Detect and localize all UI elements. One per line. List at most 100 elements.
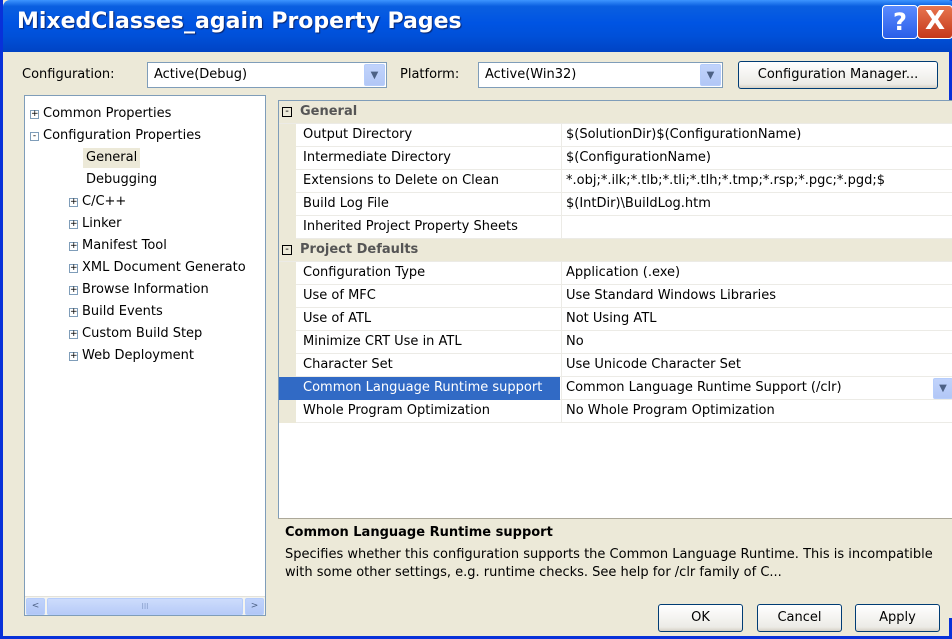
property-row[interactable]: Output Directory $(SolutionDir)$(Configu… xyxy=(279,124,952,147)
scroll-left-icon[interactable]: < xyxy=(26,598,45,615)
tree-item-label: Manifest Tool xyxy=(82,238,167,253)
property-tree[interactable]: + Common Properties - Configuration Proper… xyxy=(24,95,266,616)
property-value[interactable]: $(SolutionDir)$(ConfigurationName) xyxy=(561,124,952,147)
configuration-dropdown[interactable]: Active(Debug) ▼ xyxy=(147,62,387,88)
property-value[interactable] xyxy=(561,216,952,239)
title-bar[interactable]: MixedClasses_again Property Pages ? X xyxy=(3,0,952,52)
platform-value: Active(Win32) xyxy=(485,67,577,82)
tree-item-manifest-tool[interactable]: + Manifest Tool xyxy=(69,236,167,256)
tree-item-label: Browse Information xyxy=(82,282,209,297)
property-row[interactable]: Extensions to Delete on Clean *.obj;*.il… xyxy=(279,170,952,193)
collapse-icon[interactable]: - xyxy=(282,245,292,255)
tree-item-general[interactable]: General xyxy=(83,148,141,168)
expand-icon[interactable]: + xyxy=(69,242,78,251)
platform-dropdown[interactable]: Active(Win32) ▼ xyxy=(478,62,723,88)
apply-button[interactable]: Apply xyxy=(855,604,940,632)
property-row[interactable]: Character Set Use Unicode Character Set xyxy=(279,354,952,377)
property-name: Build Log File xyxy=(303,196,389,211)
expand-icon[interactable]: + xyxy=(69,220,78,229)
property-name: Use of MFC xyxy=(303,288,376,303)
tree-item-linker[interactable]: + Linker xyxy=(69,214,122,234)
chevron-down-icon[interactable]: ▼ xyxy=(700,64,721,86)
category-project-defaults[interactable]: - Project Defaults xyxy=(279,239,952,262)
property-grid: - General Output Directory $(SolutionDir… xyxy=(278,100,952,518)
property-name: Use of ATL xyxy=(303,311,372,326)
property-row[interactable]: Minimize CRT Use in ATL No xyxy=(279,331,952,354)
property-row-selected[interactable]: Common Language Runtime support Common L… xyxy=(279,377,952,400)
collapse-icon[interactable]: - xyxy=(282,107,292,117)
tree-item-label: Debugging xyxy=(86,172,158,187)
description-pane: Common Language Runtime support Specifie… xyxy=(278,518,952,618)
configuration-value: Active(Debug) xyxy=(154,67,248,82)
property-value[interactable]: $(ConfigurationName) xyxy=(561,147,952,170)
property-row[interactable]: Configuration Type Application (.exe) xyxy=(279,262,952,285)
scrollbar-thumb[interactable]: III xyxy=(47,598,243,615)
horizontal-scrollbar[interactable]: < III > xyxy=(25,596,265,615)
tree-item-web-deployment[interactable]: + Web Deployment xyxy=(69,346,194,366)
tree-item-label: Common Properties xyxy=(43,106,172,121)
tree-item-configuration-properties[interactable]: - Configuration Properties xyxy=(30,126,201,146)
category-general[interactable]: - General xyxy=(279,101,952,124)
property-row[interactable]: Intermediate Directory $(ConfigurationNa… xyxy=(279,147,952,170)
property-value[interactable]: Use Unicode Character Set xyxy=(561,354,952,377)
help-button[interactable]: ? xyxy=(882,5,918,39)
expand-icon[interactable]: + xyxy=(69,198,78,207)
tree-item-label: General xyxy=(86,150,138,165)
description-text: Specifies whether this configuration sup… xyxy=(285,547,933,580)
property-row[interactable]: Build Log File $(IntDir)\BuildLog.htm xyxy=(279,193,952,216)
tree-item-xml-document-generator[interactable]: + XML Document Generato xyxy=(69,258,246,278)
property-name: Character Set xyxy=(303,357,393,372)
tree-item-common-properties[interactable]: + Common Properties xyxy=(30,104,171,124)
property-name: Output Directory xyxy=(303,127,413,142)
expand-icon[interactable]: + xyxy=(69,308,78,317)
tree-item-debugging[interactable]: Debugging xyxy=(86,170,157,190)
property-value[interactable]: Application (.exe) xyxy=(561,262,952,285)
property-value-dropdown[interactable]: Common Language Runtime Support (/clr) xyxy=(561,377,952,400)
category-label: General xyxy=(300,104,358,119)
close-button[interactable]: X xyxy=(917,5,952,39)
property-value[interactable]: No Whole Program Optimization xyxy=(561,400,952,423)
tree-item-label: Configuration Properties xyxy=(43,128,201,143)
expand-icon[interactable]: + xyxy=(69,286,78,295)
property-pages-dialog: MixedClasses_again Property Pages ? X Co… xyxy=(0,0,952,639)
category-label: Project Defaults xyxy=(300,242,419,257)
property-row[interactable]: Inherited Project Property Sheets xyxy=(279,216,952,239)
property-value[interactable]: Use Standard Windows Libraries xyxy=(561,285,952,308)
property-value[interactable]: $(IntDir)\BuildLog.htm xyxy=(561,193,952,216)
expand-icon[interactable]: + xyxy=(30,110,39,119)
ok-button[interactable]: OK xyxy=(658,604,743,632)
collapse-icon[interactable]: - xyxy=(30,132,39,141)
configuration-label: Configuration: xyxy=(22,67,115,82)
scroll-right-icon[interactable]: > xyxy=(245,598,264,615)
expand-icon[interactable]: + xyxy=(69,352,78,361)
property-value[interactable]: Not Using ATL xyxy=(561,308,952,331)
tree-item-label: Build Events xyxy=(82,304,163,319)
tree-item-browse-information[interactable]: + Browse Information xyxy=(69,280,209,300)
expand-icon[interactable]: + xyxy=(69,264,78,273)
tree-item-label: XML Document Generato xyxy=(82,260,246,275)
property-value[interactable]: No xyxy=(561,331,952,354)
property-name: Minimize CRT Use in ATL xyxy=(303,334,462,349)
property-value[interactable]: *.obj;*.ilk;*.tlb;*.tli;*.tlh;*.tmp;*.rs… xyxy=(561,170,952,193)
tree-item-build-events[interactable]: + Build Events xyxy=(69,302,163,322)
tree-item-label: Web Deployment xyxy=(82,348,194,363)
chevron-down-icon[interactable]: ▼ xyxy=(933,378,952,399)
chevron-down-icon[interactable]: ▼ xyxy=(364,64,385,86)
cancel-button[interactable]: Cancel xyxy=(757,604,842,632)
tree-item-custom-build-step[interactable]: + Custom Build Step xyxy=(69,324,202,344)
expand-icon[interactable]: + xyxy=(69,330,78,339)
property-row[interactable]: Whole Program Optimization No Whole Prog… xyxy=(279,400,952,423)
configuration-manager-button[interactable]: Configuration Manager... xyxy=(738,61,938,89)
platform-label: Platform: xyxy=(400,67,460,82)
window-title: MixedClasses_again Property Pages xyxy=(17,9,462,34)
property-name: Common Language Runtime support xyxy=(279,377,560,400)
tree-item-label: C/C++ xyxy=(82,194,127,209)
property-name: Whole Program Optimization xyxy=(303,403,490,418)
property-row[interactable]: Use of MFC Use Standard Windows Librarie… xyxy=(279,285,952,308)
property-name: Extensions to Delete on Clean xyxy=(303,173,499,188)
property-name: Configuration Type xyxy=(303,265,426,280)
property-row[interactable]: Use of ATL Not Using ATL xyxy=(279,308,952,331)
property-name: Intermediate Directory xyxy=(303,150,451,165)
tree-item-c-cpp[interactable]: + C/C++ xyxy=(69,192,126,212)
property-name: Inherited Project Property Sheets xyxy=(303,219,518,234)
